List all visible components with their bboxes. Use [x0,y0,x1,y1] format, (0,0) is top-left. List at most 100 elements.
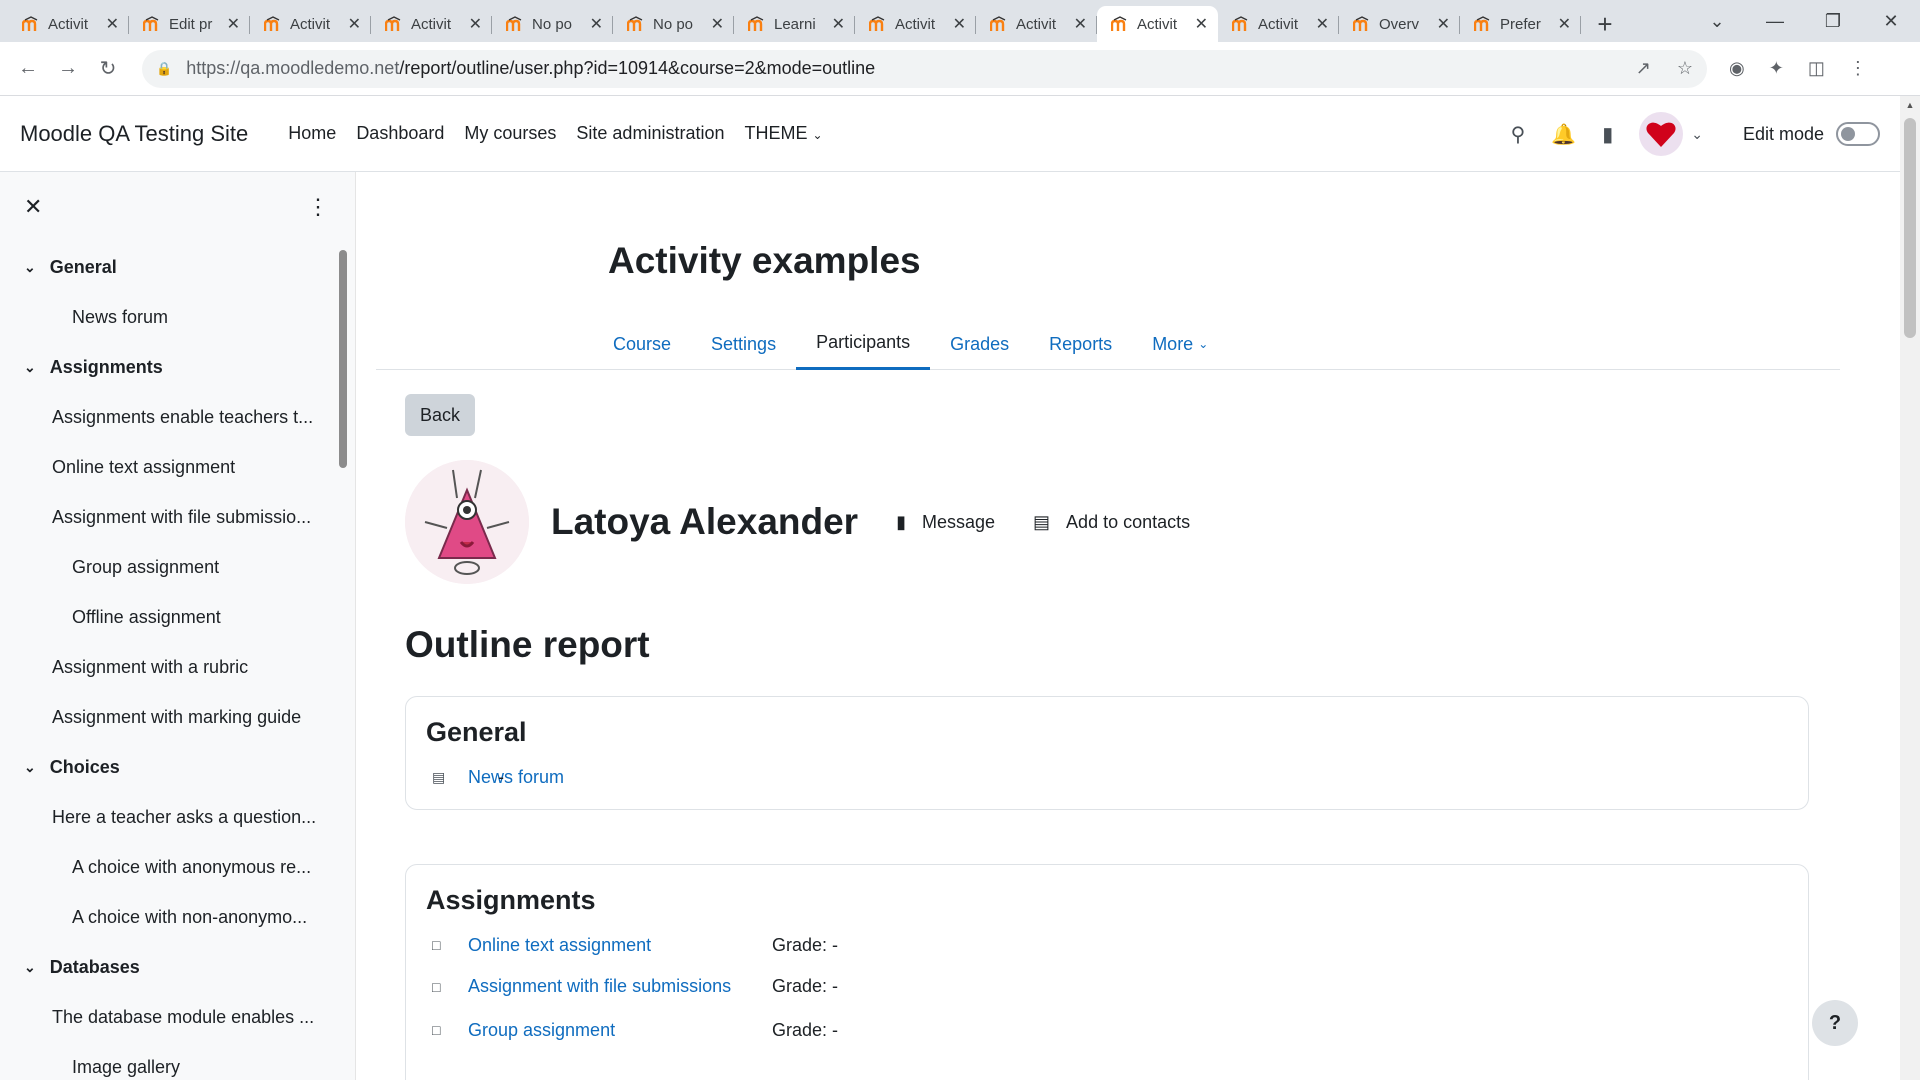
chevron-down-icon[interactable]: ⌄ [24,759,36,776]
course-index-item[interactable]: Group assignment [0,542,355,592]
activity-link[interactable]: News forum [468,767,772,788]
tab-search-icon[interactable]: ⌄ [1688,11,1746,32]
course-index-item[interactable]: Assignments enable teachers t... [0,392,355,442]
minimize-button[interactable]: — [1746,11,1804,32]
tab-close-icon[interactable]: ✕ [1437,14,1450,34]
browser-tab[interactable]: Prefer ✕ [1460,6,1581,42]
star-icon[interactable]: ☆ [1677,58,1693,79]
browser-tab[interactable]: Edit pr ✕ [129,6,250,42]
nav-my-courses[interactable]: My courses [464,123,556,144]
activity-link[interactable]: Online text assignment [468,935,772,956]
browser-tab[interactable]: Overv ✕ [1339,6,1460,42]
course-index-item[interactable]: Assignment with file submissio... [0,492,355,542]
course-index-item[interactable]: A choice with non-anonymo... [0,892,355,942]
site-brand[interactable]: Moodle QA Testing Site [20,121,248,147]
scroll-up-icon[interactable]: ▲ [1900,96,1920,114]
search-icon[interactable]: ⚲ [1511,122,1526,147]
add-contact-button[interactable]: ▤ Add to contacts [1033,512,1190,533]
browser-tab[interactable]: Activit ✕ [1097,6,1218,42]
browser-tab[interactable]: Activit ✕ [855,6,976,42]
edit-mode-toggle[interactable] [1836,122,1880,146]
browser-tab[interactable]: No po ✕ [613,6,734,42]
browser-tab[interactable]: Activit ✕ [371,6,492,42]
tab-close-icon[interactable]: ✕ [1558,14,1571,34]
activity-link[interactable]: Assignment with file submissions [468,976,772,997]
course-index-item[interactable]: News forum [0,292,355,342]
browser-tab[interactable]: Activit ✕ [1218,6,1339,42]
tab-close-icon[interactable]: ✕ [1316,14,1329,34]
browser-tab[interactable]: Activit ✕ [976,6,1097,42]
nav-site-administration[interactable]: Site administration [576,123,724,144]
moodle-favicon-icon [264,16,280,31]
course-index-item[interactable]: The database module enables ... [0,992,355,1042]
browser-tab[interactable]: Activit ✕ [8,6,129,42]
lock-icon[interactable]: 🔒 [156,61,172,77]
user-heading: Latoya Alexander ▮ Message ▤ Add to cont… [405,460,1190,584]
restore-button[interactable]: ❐ [1804,11,1862,32]
sidepanel-icon[interactable]: ◫ [1808,58,1825,79]
new-tab-button[interactable]: + [1585,6,1625,42]
extension-icon[interactable]: ◉ [1729,58,1745,79]
chevron-down-icon[interactable]: ⌄ [24,959,36,976]
tab-close-icon[interactable]: ✕ [711,14,724,34]
back-icon[interactable]: ← [8,57,48,80]
message-button[interactable]: ▮ Message [896,512,995,533]
chat-icon[interactable]: ▮ [1602,122,1613,147]
course-index-section[interactable]: ⌄ Choices [0,742,355,792]
tab-close-icon[interactable]: ✕ [953,14,966,34]
url-path: /report/outline/user.php?id=10914&course… [399,58,876,78]
help-button[interactable]: ? [1812,1000,1858,1046]
course-index-item[interactable]: Assignment with marking guide [0,692,355,742]
course-index-section[interactable]: ⌄ Databases [0,942,355,992]
course-index-item[interactable]: Assignment with a rubric [0,642,355,692]
menu-icon[interactable]: ⋮ [1849,58,1867,79]
browser-tab[interactable]: No po ✕ [492,6,613,42]
tab-more[interactable]: More ⌄ [1132,318,1228,370]
tab-close-icon[interactable]: ✕ [106,14,119,34]
scroll-thumb[interactable] [1904,118,1916,338]
course-index-item[interactable]: Image gallery [0,1042,355,1080]
chevron-down-icon[interactable]: ⌄ [24,259,36,276]
tab-course[interactable]: Course [593,318,691,370]
tab-participants[interactable]: Participants [796,318,931,370]
tab-close-icon[interactable]: ✕ [348,14,361,34]
tab-close-icon[interactable]: ✕ [469,14,482,34]
tab-close-icon[interactable]: ✕ [590,14,603,34]
nav-home[interactable]: Home [288,123,336,144]
tab-settings[interactable]: Settings [691,318,796,370]
tab-close-icon[interactable]: ✕ [227,14,240,34]
tab-reports[interactable]: Reports [1029,318,1132,370]
bell-icon[interactable]: 🔔 [1551,122,1576,147]
share-icon[interactable]: ↗ [1636,58,1651,79]
course-index-section[interactable]: ⌄ Assignments [0,342,355,392]
reload-icon[interactable]: ↻ [88,56,128,81]
course-index-item[interactable]: A choice with anonymous re... [0,842,355,892]
page-scrollbar[interactable]: ▲ [1900,96,1920,1080]
drawer-scroll-thumb[interactable] [339,250,347,468]
tab-grades[interactable]: Grades [930,318,1029,370]
user-menu[interactable]: ⌄ [1639,112,1703,156]
course-index-item[interactable]: Here a teacher asks a question... [0,792,355,842]
course-index-section[interactable]: ⌄ General [0,242,355,292]
url-input[interactable]: 🔒 https://qa.moodledemo.net/report/outli… [142,49,1707,88]
browser-tab[interactable]: Activit ✕ [250,6,371,42]
course-index-item[interactable]: Offline assignment [0,592,355,642]
activity-link[interactable]: Group assignment [468,1020,772,1041]
tab-title: Activit [411,15,452,33]
course-index-item[interactable]: Online text assignment [0,442,355,492]
back-button[interactable]: Back [405,394,475,436]
close-window-button[interactable]: ✕ [1862,11,1920,32]
kebab-menu-icon[interactable]: ⋮ [307,194,329,220]
puzzle-icon[interactable]: ✦ [1769,58,1784,79]
tab-title: No po [532,15,573,33]
tab-close-icon[interactable]: ✕ [1195,14,1208,34]
forward-icon[interactable]: → [48,57,88,80]
nav-dashboard[interactable]: Dashboard [356,123,444,144]
tab-close-icon[interactable]: ✕ [832,14,845,34]
tab-close-icon[interactable]: ✕ [1074,14,1087,34]
close-icon[interactable]: ✕ [24,194,42,220]
chevron-down-icon[interactable]: ⌄ [24,359,36,376]
section-title: General [49,256,117,277]
nav-theme[interactable]: THEME ⌄ [744,123,822,144]
browser-tab[interactable]: Learni ✕ [734,6,855,42]
